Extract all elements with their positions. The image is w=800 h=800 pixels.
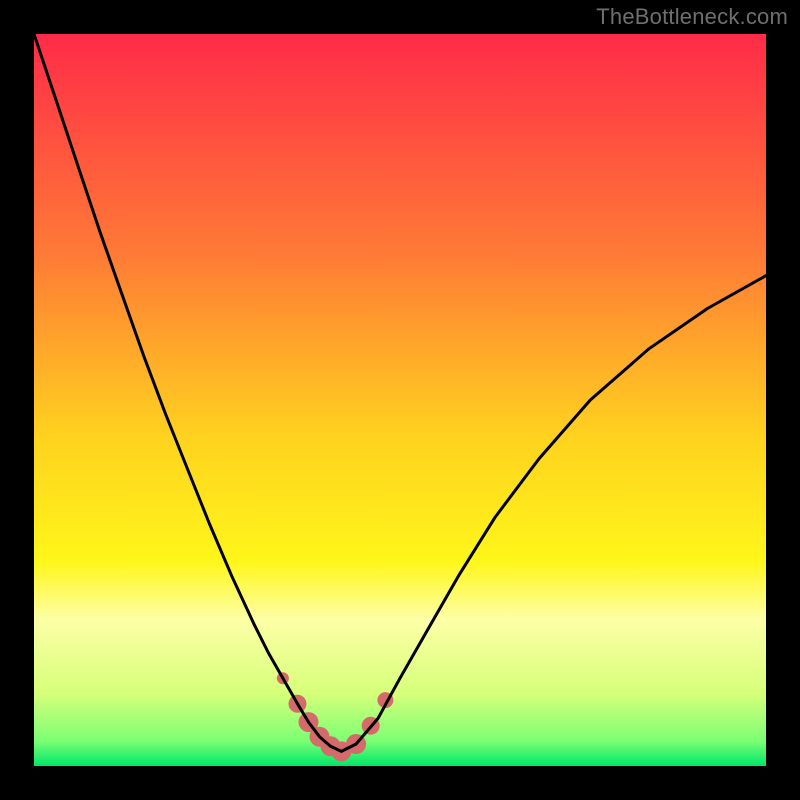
chart-frame: TheBottleneck.com xyxy=(0,0,800,800)
plot-background xyxy=(34,34,766,766)
attribution-text: TheBottleneck.com xyxy=(596,4,788,30)
bottleneck-chart xyxy=(0,0,800,800)
